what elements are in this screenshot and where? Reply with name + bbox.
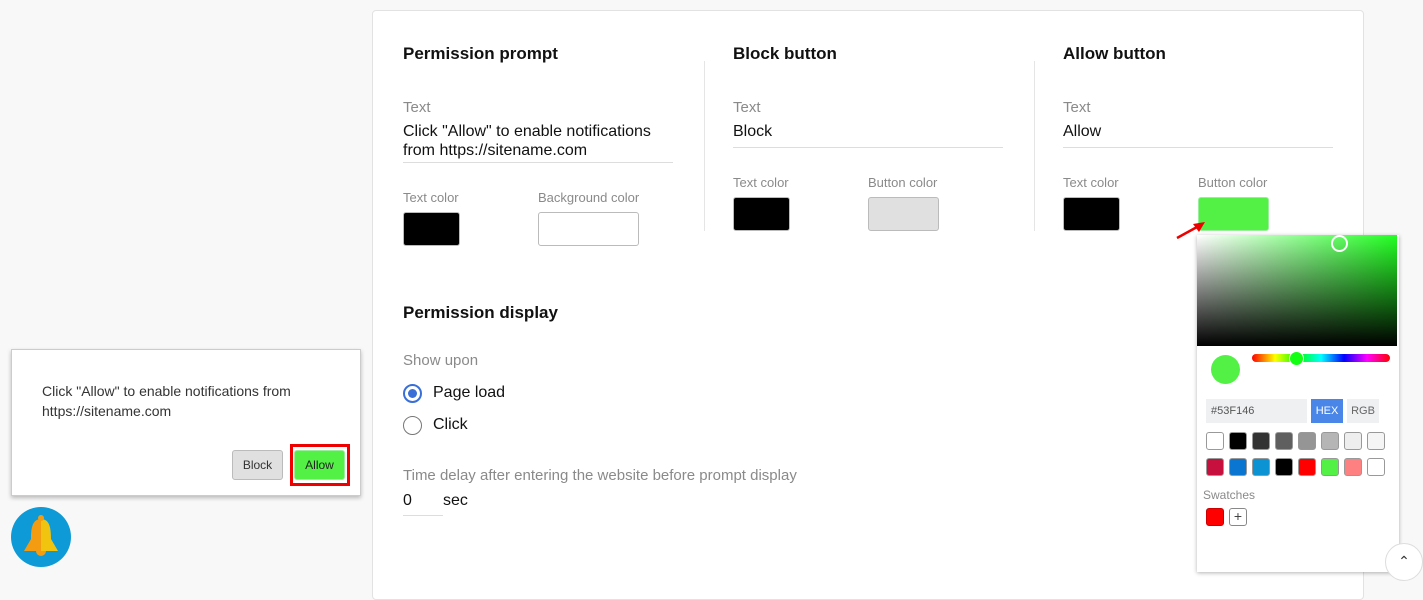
delay-unit: sec [443, 492, 468, 509]
block-text-input[interactable]: Block [733, 122, 1003, 148]
preset-color-swatch[interactable] [1321, 458, 1339, 476]
preview-text: Click "Allow" to enable notifications fr… [42, 383, 291, 419]
preset-color-swatch[interactable] [1298, 458, 1316, 476]
allow-button-color-label: Button color [1198, 175, 1268, 190]
add-swatch-button[interactable]: + [1229, 508, 1247, 526]
hue-handle[interactable] [1289, 351, 1304, 366]
radio-click[interactable] [403, 416, 422, 435]
prompt-text-color-label: Text color [403, 190, 459, 205]
saturation-area[interactable] [1197, 235, 1397, 346]
preset-color-swatch[interactable] [1367, 458, 1385, 476]
preview-allow-button[interactable]: Allow [294, 450, 345, 480]
divider [704, 61, 705, 231]
preset-color-swatch[interactable] [1367, 432, 1385, 450]
hue-slider[interactable] [1252, 354, 1390, 362]
delay-input[interactable]: 0 [403, 491, 443, 516]
block-button-color-swatch[interactable] [868, 197, 939, 231]
preset-color-swatch[interactable] [1298, 432, 1316, 450]
allow-text-color-label: Text color [1063, 175, 1119, 190]
rgb-mode-button[interactable]: RGB [1347, 399, 1379, 423]
radio-click-label: Click [433, 416, 468, 433]
prompt-bg-color-label: Background color [538, 190, 640, 205]
color-picker: #53F146 HEX RGB Swatches + [1197, 235, 1399, 572]
block-text-color-swatch[interactable] [733, 197, 790, 231]
color-preview [1211, 355, 1240, 384]
block-button-title: Block button [733, 44, 837, 63]
block-button-color-label: Button color [868, 175, 938, 190]
permission-prompt-title: Permission prompt [403, 44, 558, 63]
hex-input[interactable]: #53F146 [1206, 399, 1307, 423]
preview-block-button[interactable]: Block [232, 450, 283, 480]
preset-color-swatch[interactable] [1252, 432, 1270, 450]
allow-text-color-swatch[interactable] [1063, 197, 1120, 231]
allow-button-title: Allow button [1063, 44, 1166, 63]
preset-color-swatch[interactable] [1229, 458, 1247, 476]
swatch-red[interactable] [1206, 508, 1224, 526]
radio-page-load-label: Page load [433, 384, 506, 401]
preset-color-swatch[interactable] [1252, 458, 1270, 476]
saturation-handle[interactable] [1331, 235, 1348, 252]
preset-color-swatch[interactable] [1275, 432, 1293, 450]
preset-color-swatch[interactable] [1206, 458, 1224, 476]
preset-color-swatch[interactable] [1206, 432, 1224, 450]
show-upon-label: Show upon [403, 352, 479, 369]
delay-label: Time delay after entering the website be… [403, 467, 797, 484]
block-text-color-label: Text color [733, 175, 789, 190]
bell-icon[interactable] [11, 507, 71, 567]
allow-text-input[interactable]: Allow [1063, 122, 1333, 148]
preset-color-swatch[interactable] [1321, 432, 1339, 450]
prompt-text-label: Text [403, 99, 431, 116]
swatches-label: Swatches [1203, 488, 1256, 502]
prompt-preview: Click "Allow" to enable notifications fr… [11, 349, 361, 496]
allow-button-color-swatch[interactable] [1198, 197, 1269, 231]
prompt-text-input[interactable]: Click "Allow" to enable notifications fr… [403, 122, 673, 163]
prompt-bg-color-swatch[interactable] [538, 212, 639, 246]
hex-mode-button[interactable]: HEX [1311, 399, 1343, 423]
scroll-top-button[interactable]: ⌃ [1385, 543, 1423, 581]
preset-color-swatch[interactable] [1344, 432, 1362, 450]
divider [1034, 61, 1035, 231]
preset-color-swatch[interactable] [1229, 432, 1247, 450]
prompt-text-color-swatch[interactable] [403, 212, 460, 246]
allow-text-label: Text [1063, 99, 1091, 116]
preset-color-swatch[interactable] [1275, 458, 1293, 476]
permission-display-title: Permission display [403, 303, 558, 322]
block-text-label: Text [733, 99, 761, 116]
radio-page-load[interactable] [403, 384, 422, 403]
preset-color-swatch[interactable] [1344, 458, 1362, 476]
